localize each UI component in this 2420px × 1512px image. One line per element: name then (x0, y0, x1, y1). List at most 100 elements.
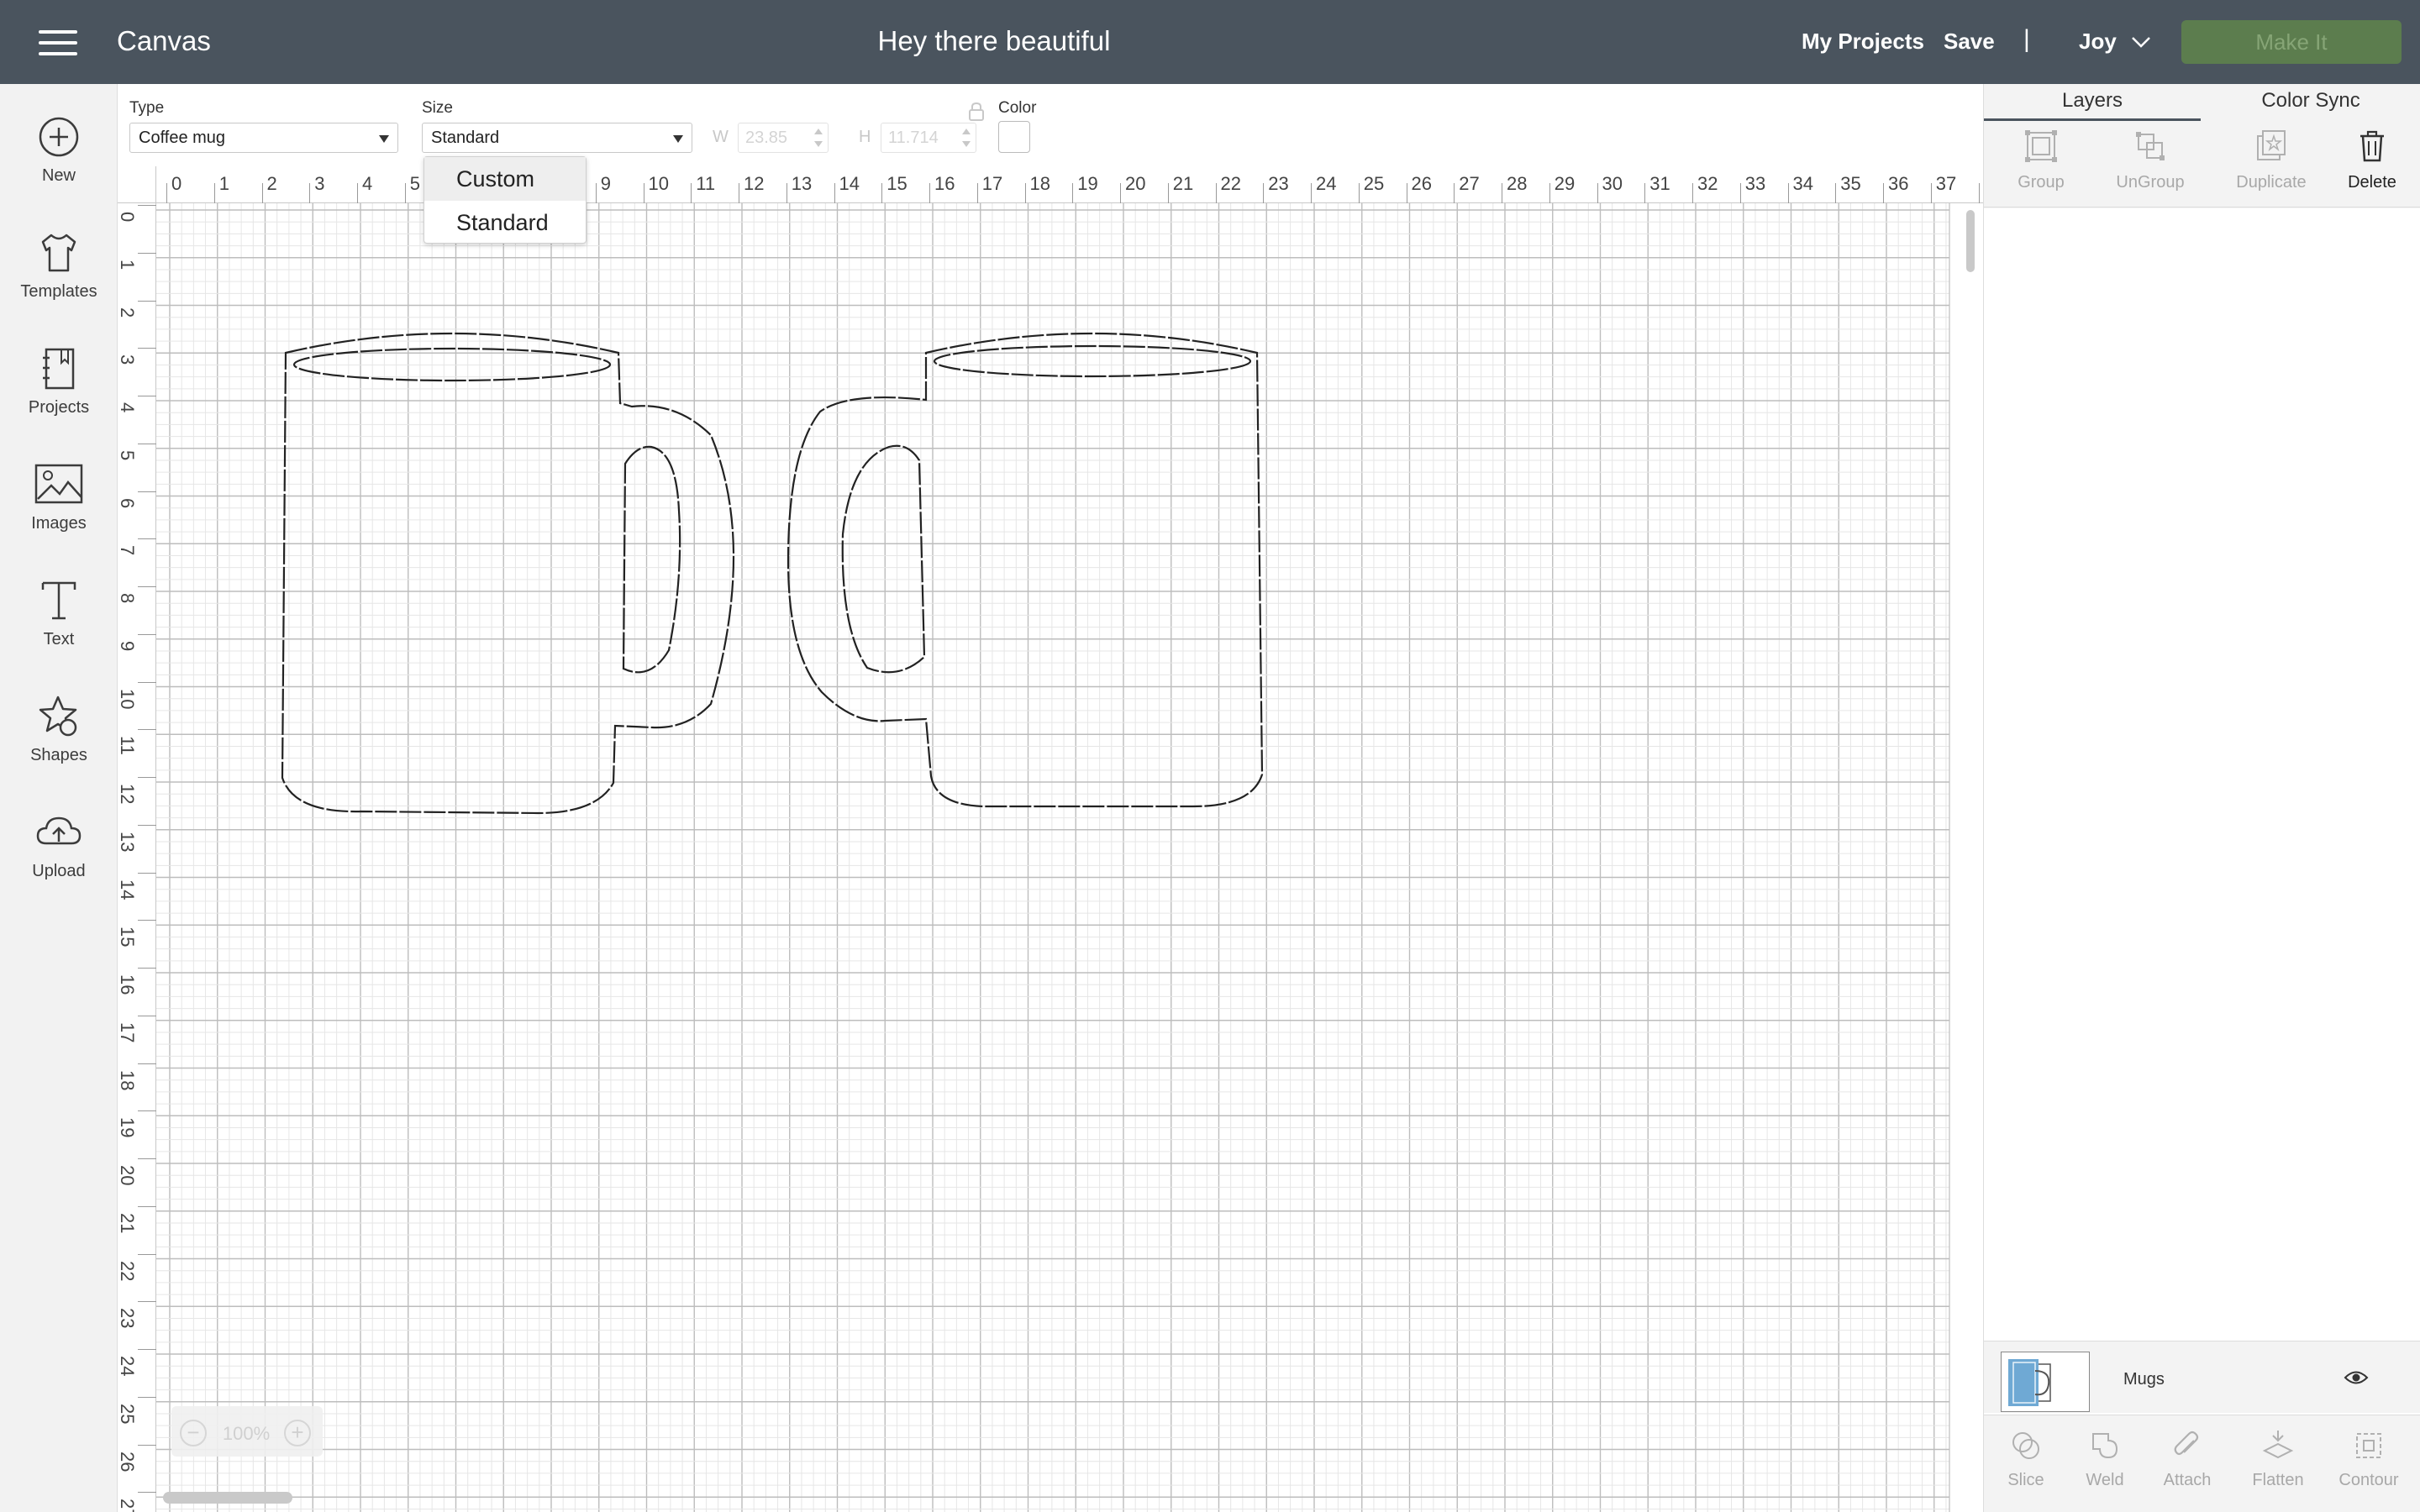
make-it-button[interactable]: Make It (2181, 20, 2402, 64)
color-label: Color (998, 99, 1037, 117)
ruler-label: 8 (118, 593, 138, 604)
flatten-icon (2262, 1431, 2294, 1459)
nav-images-label: Images (31, 514, 87, 533)
ruler-tick (1930, 183, 1932, 203)
ruler-label: 20 (118, 1165, 138, 1186)
ruler-label: 6 (118, 497, 138, 508)
flatten-button[interactable]: Flatten (2236, 1429, 2320, 1490)
type-select[interactable]: Coffee mug (129, 123, 398, 153)
nav-shapes[interactable]: Shapes (0, 694, 118, 795)
zoom-level: 100% (222, 1423, 271, 1444)
nav-new[interactable]: New (0, 114, 118, 215)
mugs-shape[interactable] (118, 166, 1983, 1512)
layer-list (1984, 208, 2420, 1426)
nav-projects[interactable]: Projects (0, 346, 118, 447)
mug-thumbnail-icon (2008, 1359, 2051, 1406)
zoom-control: − 100% + (171, 1406, 323, 1457)
eye-icon[interactable] (2344, 1368, 2369, 1387)
chevron-down-icon[interactable] (2129, 30, 2153, 54)
trash-icon (2360, 130, 2384, 162)
options-bar: Type Coffee mug Size Standard W 23.85 H … (118, 84, 1983, 166)
ruler-tick (1358, 183, 1360, 203)
ruler-tick (1644, 183, 1646, 203)
ruler-label: 30 (1602, 173, 1623, 194)
contour-icon (2356, 1433, 2381, 1458)
size-option-custom[interactable]: Custom (424, 157, 586, 201)
ruler-label: 1 (118, 259, 138, 270)
size-select[interactable]: Standard (422, 123, 692, 153)
ruler-tick (138, 491, 156, 492)
caret-down-icon (673, 135, 683, 143)
ruler-tick (1549, 183, 1550, 203)
ruler-tick (138, 633, 156, 635)
ruler-tick (1024, 183, 1026, 203)
ruler-horizontal: 0123456789101112131415161718192021222324… (118, 166, 1983, 203)
zoom-out-button[interactable]: − (180, 1420, 207, 1446)
ruler-tick (138, 824, 156, 826)
ruler-label: 16 (118, 974, 138, 995)
ruler-label: 13 (118, 831, 138, 853)
ruler-tick (595, 183, 597, 203)
ruler-tick (138, 1110, 156, 1112)
nav-upload[interactable]: Upload (0, 810, 118, 911)
vertical-scrollbar[interactable] (1966, 210, 1975, 272)
height-input[interactable]: 11.714 (881, 123, 976, 153)
tshirt-icon (41, 234, 76, 272)
ruler-label: 15 (118, 927, 138, 948)
duplicate-icon (2257, 130, 2286, 160)
contour-button[interactable]: Contour (2327, 1429, 2411, 1490)
flatten-label: Flatten (2252, 1471, 2304, 1489)
ruler-label: 20 (1125, 173, 1146, 194)
ruler-tick (138, 586, 156, 587)
ruler-tick (138, 729, 156, 731)
nav-images[interactable]: Images (0, 462, 118, 563)
group-button[interactable]: Group (1991, 128, 2091, 192)
bottom-toolbar: Slice Weld Attach Flatten Contour (1984, 1415, 2420, 1512)
width-label: W (713, 128, 729, 146)
ruler-tick (1883, 183, 1884, 203)
save-button[interactable]: Save (1944, 29, 1995, 55)
ruler-label: 13 (791, 173, 813, 194)
ruler-label: 36 (1888, 173, 1909, 194)
duplicate-button[interactable]: Duplicate (2221, 128, 2322, 192)
ungroup-button[interactable]: UnGroup (2100, 128, 2201, 192)
ruler-tick (1739, 183, 1741, 203)
color-swatch[interactable] (998, 121, 1030, 153)
ruler-label: 11 (696, 173, 716, 194)
ruler-tick (1597, 183, 1598, 203)
ruler-tick (138, 1301, 156, 1303)
lock-icon[interactable] (966, 101, 986, 123)
user-menu[interactable]: Joy (2079, 29, 2117, 55)
slice-button[interactable]: Slice (1984, 1429, 2068, 1490)
ungroup-icon (2136, 132, 2165, 160)
ruler-corner (118, 166, 156, 203)
attach-button[interactable]: Attach (2145, 1429, 2229, 1490)
ruler-label: 18 (1029, 173, 1050, 194)
ruler-label: 10 (118, 688, 138, 709)
stepper-icon[interactable] (814, 129, 823, 147)
horizontal-scrollbar[interactable] (163, 1492, 292, 1504)
nav-templates[interactable]: Templates (0, 230, 118, 331)
ruler-tick (357, 183, 358, 203)
size-option-standard[interactable]: Standard (424, 201, 586, 244)
ruler-label: 16 (934, 173, 955, 194)
width-input[interactable]: 23.85 (738, 123, 829, 153)
ruler-label: 10 (648, 173, 669, 194)
tab-color-sync[interactable]: Color Sync (2202, 84, 2419, 121)
tab-layers[interactable]: Layers (1984, 84, 2201, 121)
ruler-tick (138, 1253, 156, 1255)
nav-shapes-label: Shapes (30, 746, 87, 764)
stepper-icon[interactable] (962, 129, 971, 147)
zoom-in-button[interactable]: + (284, 1420, 311, 1446)
delete-button[interactable]: Delete (2322, 128, 2420, 192)
design-canvas[interactable]: 0123456789101112131415161718192021222324… (118, 166, 1983, 1512)
my-projects-link[interactable]: My Projects (1802, 29, 1924, 55)
ruler-label: 9 (600, 173, 611, 194)
layer-row[interactable]: Mugs (1984, 1341, 2420, 1413)
nav-text[interactable]: Text (0, 578, 118, 679)
ruler-label: 5 (409, 173, 420, 194)
ruler-label: 14 (839, 173, 860, 194)
weld-button[interactable]: Weld (2063, 1429, 2147, 1490)
ruler-tick (138, 300, 156, 302)
ruler-label: 31 (1649, 173, 1670, 194)
